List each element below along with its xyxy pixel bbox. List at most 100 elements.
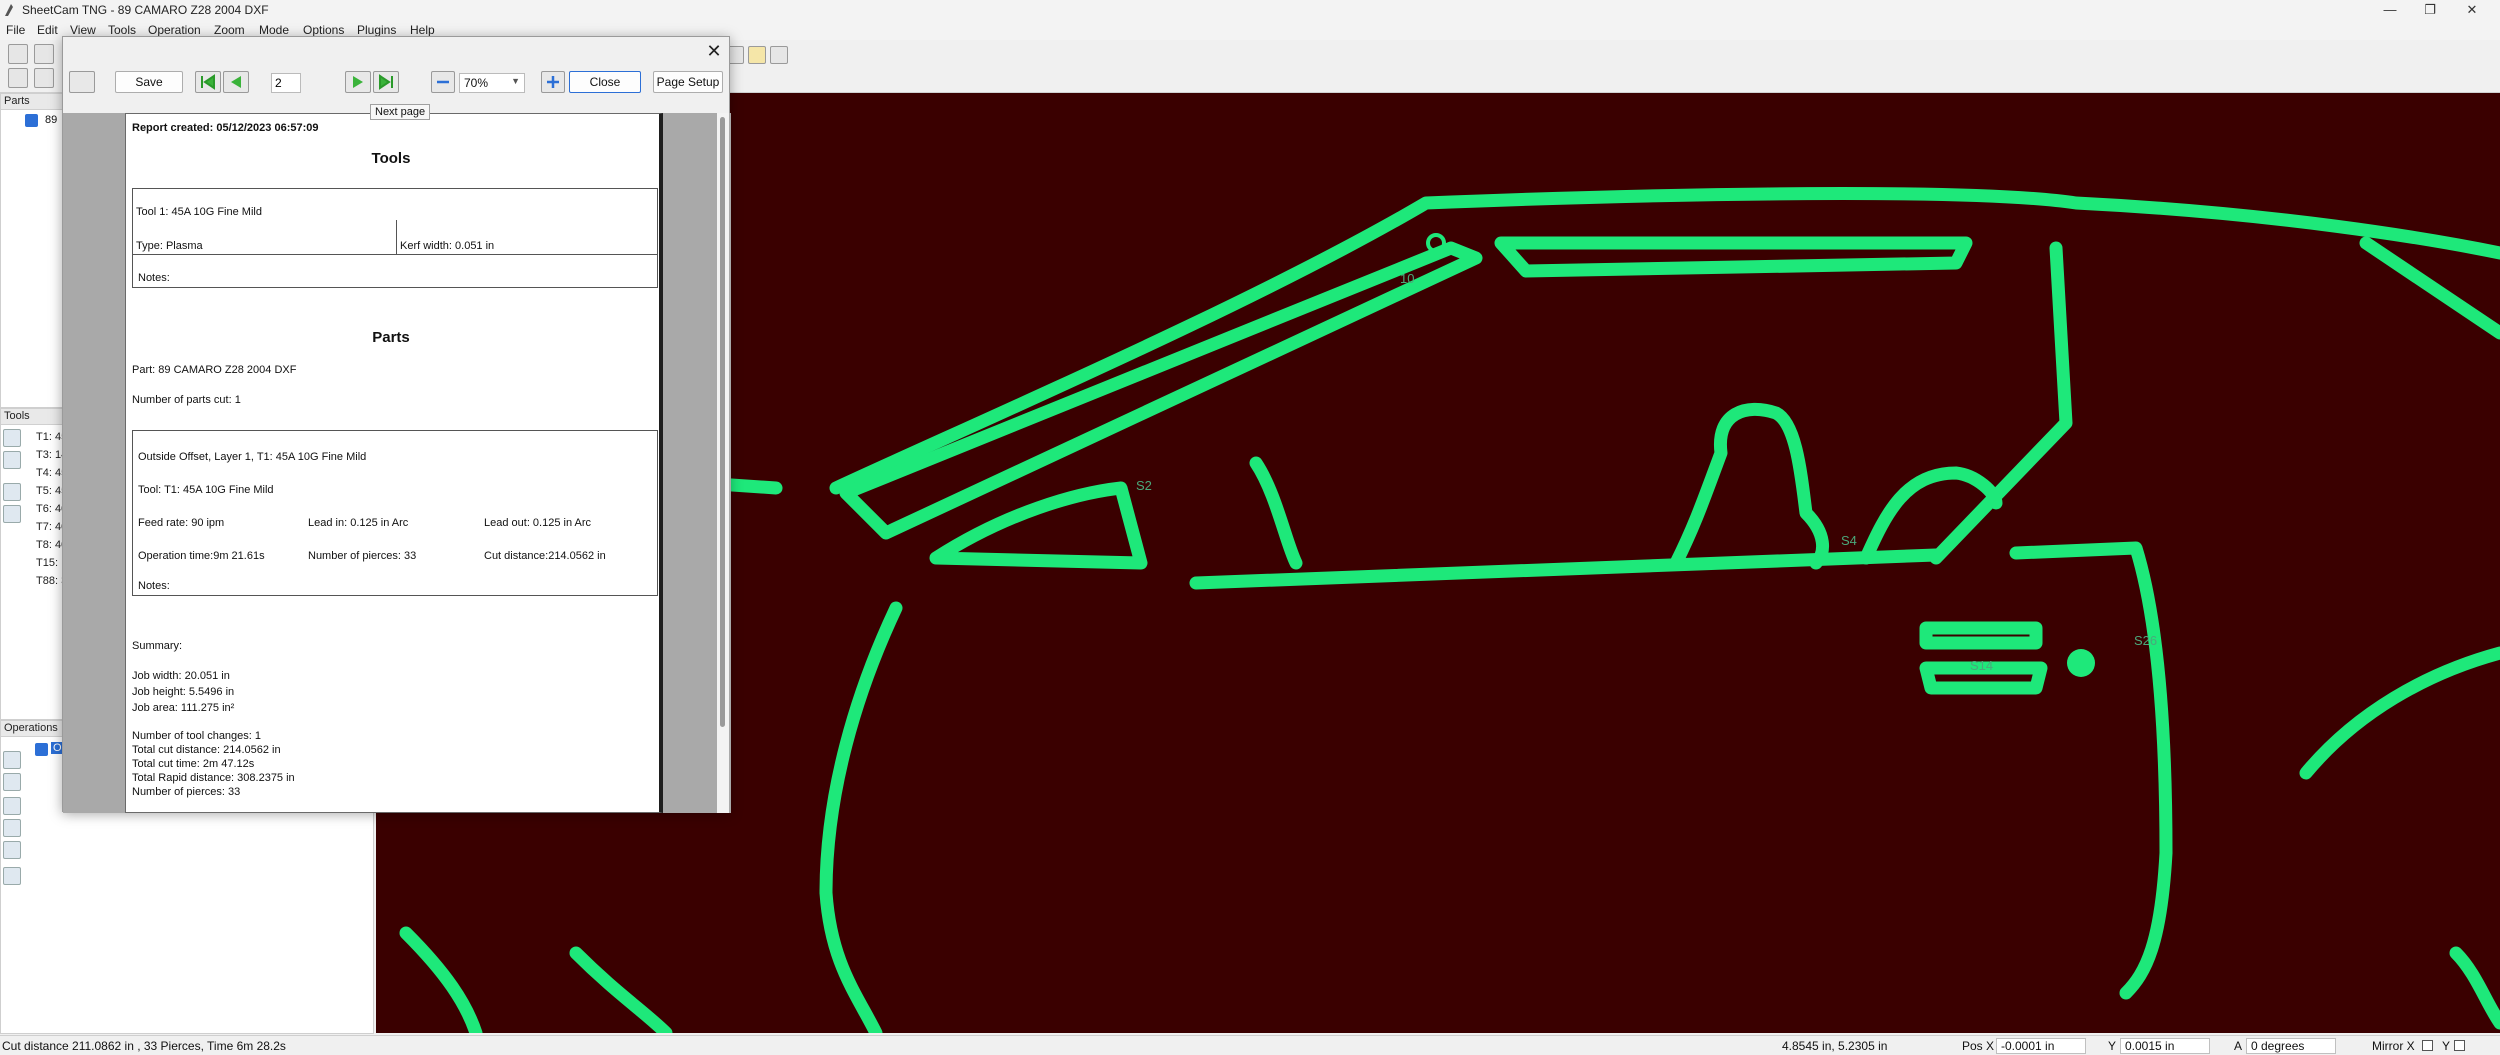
pierce-count: Number of pierces: 33 xyxy=(308,550,417,562)
part-name: Part: 89 CAMARO Z28 2004 DXF xyxy=(132,364,297,376)
pos-x-field[interactable]: -0.0001 in xyxy=(1996,1038,2086,1054)
report-preview-area: Report created: 05/12/2023 06:57:09 Tool… xyxy=(63,113,731,813)
menu-options[interactable]: Options xyxy=(303,23,344,37)
zoom-out-icon[interactable] xyxy=(431,71,455,93)
zoom-in-icon[interactable] xyxy=(541,71,565,93)
total-cut-time: Total cut time: 2m 47.12s xyxy=(132,758,255,770)
tool-name: Tool 1: 45A 10G Fine Mild xyxy=(136,206,262,218)
tool-changes: Number of tool changes: 1 xyxy=(132,730,262,742)
shape-label: S14 xyxy=(1970,658,1994,673)
report-dialog: ✕ Save 70% ▼ Close Page Setup Report cre… xyxy=(62,36,731,813)
shape-label: 10 xyxy=(1400,271,1415,286)
page-setup-button[interactable]: Page Setup xyxy=(653,71,723,93)
maximize-button[interactable]: ❐ xyxy=(2410,2,2450,18)
mirror-y-label: Y xyxy=(2442,1039,2451,1053)
angle-field[interactable]: 0 degrees xyxy=(2246,1038,2336,1054)
tool-item[interactable]: T15: , xyxy=(36,557,64,569)
menu-tools[interactable]: Tools xyxy=(108,23,136,37)
tool-type: Type: Plasma xyxy=(136,240,203,252)
previous-page-icon[interactable] xyxy=(223,71,249,93)
tooltip: Next page xyxy=(370,104,431,120)
drill-operation-icon[interactable] xyxy=(3,773,21,791)
pos-y-field[interactable]: 0.0015 in xyxy=(2120,1038,2210,1054)
kerf-width: Kerf width: 0.051 in xyxy=(400,240,495,252)
dialog-close-icon[interactable]: ✕ xyxy=(703,41,725,62)
new-job-icon[interactable] xyxy=(8,44,28,64)
tool-box xyxy=(132,188,658,288)
menu-zoom[interactable]: Zoom xyxy=(214,23,245,37)
page-number-input[interactable] xyxy=(271,73,301,93)
total-cut-distance: Total cut distance: 214.0562 in xyxy=(132,744,281,756)
divider xyxy=(396,220,397,254)
add-operation-icon[interactable] xyxy=(3,751,21,769)
cut-distance: Cut distance:214.0562 in xyxy=(484,550,606,562)
cursor-coordinates: 4.8545 in, 5.2305 in xyxy=(1782,1039,1888,1053)
zoom-select[interactable]: 70% ▼ xyxy=(459,73,525,93)
edit-operation-icon[interactable] xyxy=(3,841,21,859)
divider xyxy=(132,254,658,255)
add-tool-icon[interactable] xyxy=(3,429,21,447)
status-summary: Cut distance 211.0862 in , 33 Pierces, T… xyxy=(2,1039,286,1053)
minimize-button[interactable]: — xyxy=(2370,2,2410,18)
print-icon[interactable] xyxy=(69,71,95,93)
menu-operation[interactable]: Operation xyxy=(148,23,201,37)
part-item-label[interactable]: 89 xyxy=(45,114,57,126)
angle-label: A xyxy=(2234,1039,2243,1053)
y-label: Y xyxy=(2108,1039,2117,1053)
first-page-icon[interactable] xyxy=(195,71,221,93)
tools-heading: Tools xyxy=(371,150,411,167)
menu-view[interactable]: View xyxy=(70,23,96,37)
shape-label: S4 xyxy=(1841,533,1857,548)
app-icon xyxy=(5,4,13,16)
shape-label: S2 xyxy=(1136,478,1152,493)
menu-mode[interactable]: Mode xyxy=(259,23,289,37)
part-checkbox[interactable] xyxy=(25,114,38,127)
mirror-y-checkbox[interactable] xyxy=(2454,1040,2465,1051)
pocket-operation-icon[interactable] xyxy=(3,819,21,837)
tool-list-icon[interactable] xyxy=(3,505,21,523)
summary-label: Summary: xyxy=(132,640,183,652)
last-page-icon[interactable] xyxy=(373,71,399,93)
next-page-icon[interactable] xyxy=(345,71,371,93)
menu-plugins[interactable]: Plugins xyxy=(357,23,396,37)
scroll-thumb[interactable] xyxy=(720,117,725,727)
operation-time: Operation time:9m 21.61s xyxy=(138,550,265,562)
snap-icon[interactable] xyxy=(748,46,766,64)
menu-file[interactable]: File xyxy=(6,23,25,37)
operation-table-icon[interactable] xyxy=(3,867,21,885)
tool-table-icon[interactable] xyxy=(3,483,21,501)
menu-edit[interactable]: Edit xyxy=(37,23,58,37)
job-height: Job height: 5.5496 in xyxy=(132,686,235,698)
vertical-scrollbar[interactable] xyxy=(717,113,729,813)
report-page: Report created: 05/12/2023 06:57:09 Tool… xyxy=(125,113,663,813)
status-bar: Cut distance 211.0862 in , 33 Pierces, T… xyxy=(0,1035,2500,1055)
window-title: SheetCam TNG - 89 CAMARO Z28 2004 DXF xyxy=(22,3,269,17)
chevron-down-icon: ▼ xyxy=(511,76,520,86)
stack-icon[interactable] xyxy=(34,68,54,88)
measure-icon[interactable] xyxy=(770,46,788,64)
operation-title: Outside Offset, Layer 1, T1: 45A 10G Fin… xyxy=(138,451,367,463)
feed-rate: Feed rate: 90 ipm xyxy=(138,517,225,529)
title-bar: SheetCam TNG - 89 CAMARO Z28 2004 DXF — … xyxy=(0,0,2500,20)
close-button[interactable]: Close xyxy=(569,71,641,93)
close-window-button[interactable]: ✕ xyxy=(2452,2,2492,18)
edit-tool-icon[interactable] xyxy=(3,451,21,469)
layers-icon[interactable] xyxy=(8,68,28,88)
pos-x-label: Pos X xyxy=(1962,1039,1995,1053)
parts-cut: Number of parts cut: 1 xyxy=(132,394,241,406)
parts-heading: Parts xyxy=(372,329,410,346)
open-icon[interactable] xyxy=(34,44,54,64)
mirror-x-label: Mirror X xyxy=(2372,1039,2415,1053)
report-created: Report created: 05/12/2023 06:57:09 xyxy=(132,122,319,134)
hole-marker-icon xyxy=(2067,649,2095,677)
total-pierces: Number of pierces: 33 xyxy=(132,786,241,798)
tool-notes: Notes: xyxy=(138,272,170,284)
operation-notes: Notes: xyxy=(138,580,170,592)
mirror-x-checkbox[interactable] xyxy=(2422,1040,2433,1051)
menu-help[interactable]: Help xyxy=(410,23,435,37)
save-button[interactable]: Save xyxy=(115,71,183,93)
zoom-select-value: 70% xyxy=(464,76,489,90)
profile-operation-icon[interactable] xyxy=(3,797,21,815)
operation-checkbox[interactable] xyxy=(35,743,48,756)
job-width: Job width: 20.051 in xyxy=(132,670,230,682)
